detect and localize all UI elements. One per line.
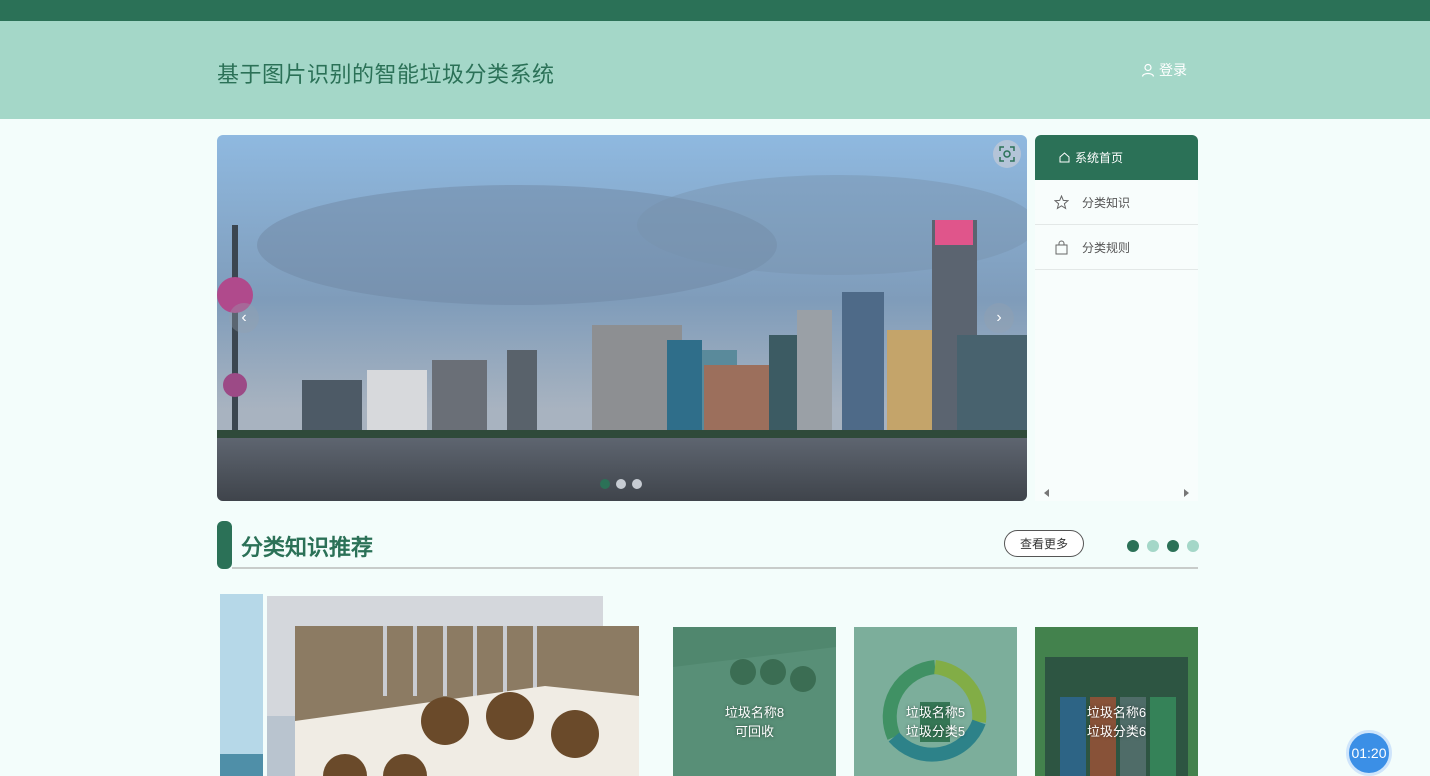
card-category: 可回收	[734, 724, 774, 739]
side-menu: 系统首页 分类知识 分类规则	[1035, 135, 1198, 501]
menu-item-label: 分类规则	[1082, 240, 1131, 255]
header: 基于图片识别的智能垃圾分类系统 登录	[0, 21, 1430, 119]
scroll-left-icon[interactable]	[1044, 489, 1049, 497]
site-title: 基于图片识别的智能垃圾分类系统	[217, 62, 555, 87]
carousel-indicator[interactable]	[632, 479, 642, 489]
banner-image	[217, 135, 1027, 501]
knowledge-card[interactable]: 垃圾名称8 可回收	[673, 627, 836, 776]
carousel-next-button[interactable]: ›	[984, 303, 1014, 333]
card-title: 垃圾名称8	[724, 705, 785, 720]
carousel-indicator[interactable]	[616, 479, 626, 489]
horizontal-scrollbar[interactable]	[1035, 486, 1198, 501]
pager-dot[interactable]	[1127, 540, 1139, 552]
section-divider	[232, 567, 1198, 569]
star-icon	[1054, 194, 1069, 210]
banner-carousel[interactable]: ‹ ›	[217, 135, 1027, 501]
menu-item-label: 分类知识	[1082, 195, 1131, 210]
carousel-indicators	[600, 479, 642, 489]
card-title: 垃圾名称5	[905, 705, 966, 720]
knowledge-card[interactable]: 垃圾名称6 垃圾分类6	[1035, 627, 1198, 776]
card-caption: 垃圾名称6 垃圾分类6	[1035, 703, 1198, 741]
top-bar	[0, 0, 1430, 21]
carousel-indicator[interactable]	[600, 479, 610, 489]
pager-dot[interactable]	[1187, 540, 1199, 552]
view-more-button[interactable]: 查看更多	[1004, 530, 1084, 557]
preview-image-sea[interactable]	[220, 594, 263, 776]
preview-image-front[interactable]	[295, 626, 639, 776]
chevron-left-icon: ‹	[241, 309, 247, 326]
login-label: 登录	[1159, 62, 1187, 78]
card-category: 垃圾分类5	[905, 724, 966, 739]
card-caption: 垃圾名称8 可回收	[673, 703, 836, 741]
scroll-right-icon[interactable]	[1184, 489, 1189, 497]
menu-item-label: 系统首页	[1075, 151, 1124, 165]
pager-dot[interactable]	[1147, 540, 1159, 552]
user-icon	[1141, 63, 1155, 77]
chevron-right-icon: ›	[996, 309, 1002, 326]
card-title: 垃圾名称6	[1086, 705, 1147, 720]
knowledge-card[interactable]: 垃圾名称5 垃圾分类5	[854, 627, 1017, 776]
login-button[interactable]: 登录	[1141, 60, 1187, 80]
section-pager	[1127, 540, 1199, 552]
bag-icon	[1054, 240, 1069, 255]
section-title: 分类知识推荐	[241, 535, 374, 560]
carousel-prev-button[interactable]: ‹	[229, 303, 259, 333]
menu-item-rules[interactable]: 分类规则	[1035, 225, 1198, 270]
timer-badge[interactable]: 01:20	[1346, 730, 1392, 776]
card-caption: 垃圾名称5 垃圾分类5	[854, 703, 1017, 741]
menu-item-home[interactable]: 系统首页	[1035, 135, 1198, 180]
section-accent	[217, 521, 232, 569]
menu-item-knowledge[interactable]: 分类知识	[1035, 180, 1198, 225]
scan-icon[interactable]	[993, 140, 1021, 168]
home-icon	[1059, 152, 1070, 163]
pager-dot[interactable]	[1167, 540, 1179, 552]
card-category: 垃圾分类6	[1086, 724, 1147, 739]
